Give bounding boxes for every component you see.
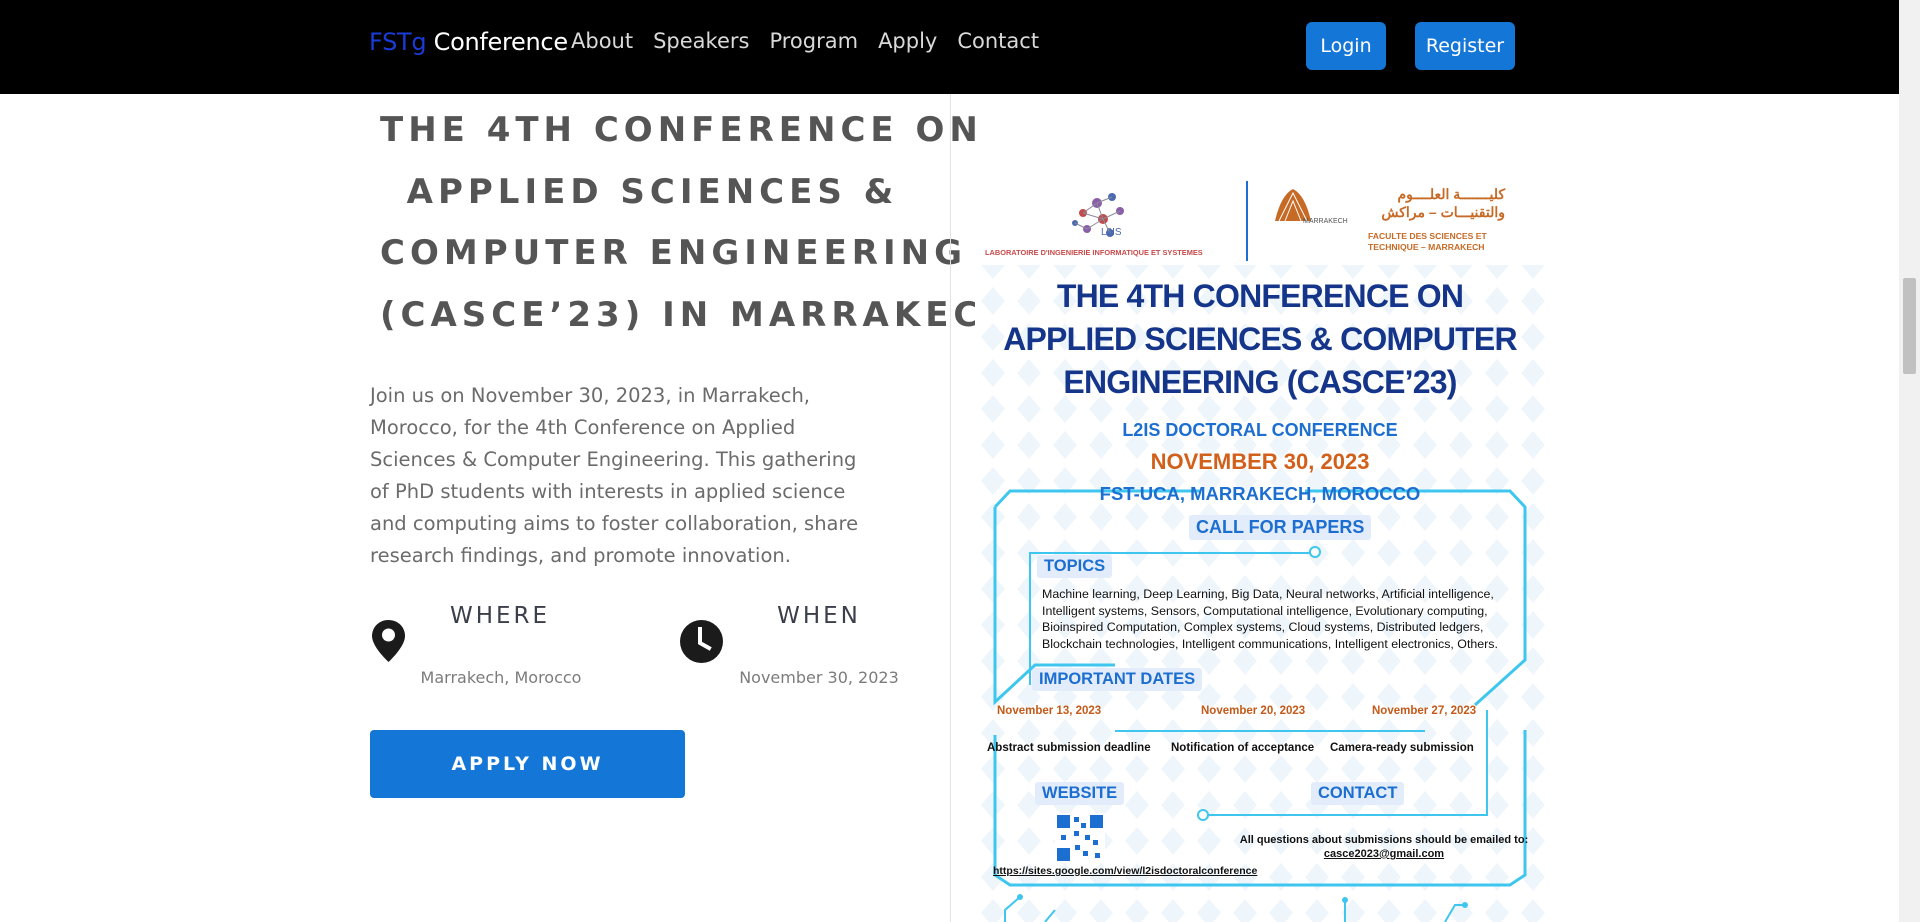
- when-value: November 30, 2023: [739, 668, 899, 687]
- marrakech-label: MARRAKECH: [1303, 218, 1348, 225]
- title-line: APPLIED SCIENCES &: [406, 171, 899, 212]
- poster-location: FST-UCA, MARRAKECH, MOROCCO: [1099, 483, 1421, 504]
- when-heading: WHEN: [777, 603, 861, 629]
- date-abstract: November 13, 2023: [997, 705, 1102, 717]
- qr-code-icon: [1055, 813, 1105, 863]
- date-camera-ready: November 27, 2023: [1372, 705, 1477, 717]
- important-dates-label: IMPORTANT DATES: [1032, 668, 1203, 691]
- email-note: All questions about submissions should b…: [1239, 833, 1529, 861]
- event-description: Join us on November 30, 2023, in Marrake…: [370, 384, 859, 567]
- nav-link-apply[interactable]: Apply: [878, 29, 937, 53]
- where-heading: WHERE: [449, 603, 551, 629]
- email-note-text: All questions about submissions should b…: [1239, 834, 1529, 846]
- date-label-camera-ready: Camera-ready submission: [1330, 742, 1474, 754]
- poster-title-line: APPLIED SCIENCES & COMPUTER: [1003, 321, 1517, 357]
- where-value: Marrakech, Morocco: [420, 668, 582, 687]
- register-button[interactable]: Register: [1415, 22, 1515, 70]
- poster-date: NOVEMBER 30, 2023: [1150, 449, 1370, 474]
- login-button[interactable]: Login: [1306, 22, 1386, 70]
- lab-name: LABORATOIRE D'INGENIERIE INFORMATIQUE ET…: [985, 248, 1203, 257]
- conference-poster: L2IS LABORATOIRE D'INGENIERIE INFORMATIQ…: [975, 175, 1545, 922]
- website-label: WEBSITE: [1035, 782, 1125, 805]
- contact-email: casce2023@gmail.com: [1323, 848, 1445, 860]
- column-divider: [950, 94, 951, 922]
- contact-label: CONTACT: [1311, 782, 1405, 805]
- topics-text: Machine learning, Deep Learning, Big Dat…: [1042, 587, 1498, 651]
- title-line: THE 4TH CONFERENCE ON: [380, 110, 983, 150]
- date-label-abstract: Abstract submission deadline: [987, 742, 1151, 754]
- nav-link-speakers[interactable]: Speakers: [653, 29, 749, 53]
- brand-suffix: Conference: [426, 28, 568, 56]
- poster-title-line: ENGINEERING (CASCE’23): [1063, 364, 1457, 400]
- website-url: https://sites.google.com/view/l2isdoctor…: [993, 865, 1258, 877]
- title-line: COMPUTER ENGINEERING: [380, 233, 967, 273]
- faculty-arabic: كليـــــــة العلــــوم والتقنيـــات – مر…: [1381, 186, 1505, 220]
- scrollbar[interactable]: [1899, 0, 1920, 922]
- page-title: THE 4TH CONFERENCE ON APPLIED SCIENCES &…: [380, 100, 1017, 346]
- page: FSTg Conference About Speakers Program A…: [0, 0, 1920, 922]
- poster-doctoral: L2IS DOCTORAL CONFERENCE: [1122, 420, 1398, 440]
- lab-logo-letters: L2IS: [1101, 227, 1122, 238]
- map-pin-icon: [372, 620, 405, 662]
- date-label-notification: Notification of acceptance: [1171, 742, 1315, 754]
- call-for-papers-label: CALL FOR PAPERS: [1189, 515, 1372, 540]
- brand-prefix: FSTg: [369, 28, 427, 56]
- title-line: (CASCE’23) IN MARRAKECH: [380, 294, 1017, 335]
- poster-title: THE 4TH CONFERENCE ON APPLIED SCIENCES &…: [975, 275, 1545, 404]
- date-notification: November 20, 2023: [1201, 705, 1306, 717]
- nav-link-about[interactable]: About: [571, 29, 633, 53]
- poster-title-line: THE 4TH CONFERENCE ON: [1056, 278, 1464, 314]
- nav-links: About Speakers Program Apply Contact: [571, 29, 1039, 53]
- navbar: FSTg Conference About Speakers Program A…: [0, 0, 1899, 94]
- apply-now-button[interactable]: APPLY NOW: [370, 730, 685, 798]
- scrollbar-thumb[interactable]: [1903, 278, 1916, 374]
- faculty-name: FACULTE DES SCIENCES ET TECHNIQUE – MARR…: [1368, 231, 1487, 252]
- nav-link-program[interactable]: Program: [769, 29, 858, 53]
- brand-logo[interactable]: FSTg Conference: [369, 28, 568, 56]
- nav-link-contact[interactable]: Contact: [957, 29, 1039, 53]
- topics-label: TOPICS: [1037, 555, 1113, 578]
- clock-icon: [680, 620, 723, 663]
